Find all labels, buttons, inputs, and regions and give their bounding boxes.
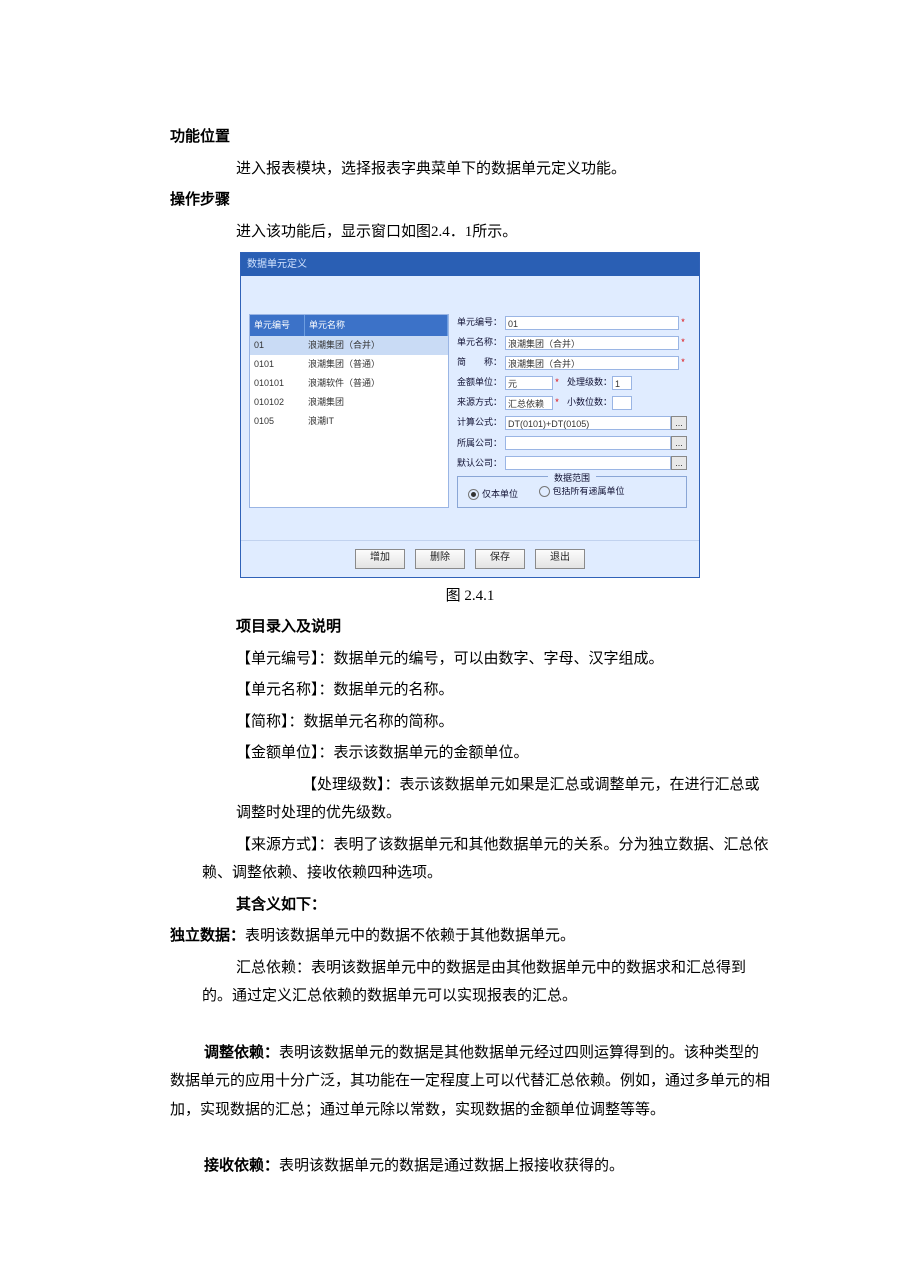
input-short[interactable]: 浪潮集团（合并） [505,356,679,370]
radio-label: 仅本单位 [482,486,518,503]
unit-list[interactable]: 单元编号 单元名称 01 浪潮集团（合并） 0101 浪潮集团（普通） 0101… [249,314,449,508]
paragraph: 【处理级数】：表示该数据单元如果是汇总或调整单元，在进行汇总或调整时处理的优先级… [170,771,770,828]
paragraph: 调整依赖：表明该数据单元的数据是其他数据单元经过四则运算得到的。该种类型的数据单… [170,1039,770,1125]
paragraph: 【来源方式】：表明了该数据单元和其他数据单元的关系。分为独立数据、汇总依赖、调整… [170,831,770,888]
exit-button[interactable]: 退出 [535,549,585,569]
required-icon: * [553,374,561,391]
col-name-head: 单元名称 [305,315,448,336]
paragraph: 【单元名称】：数据单元的名称。 [170,676,770,705]
radio-icon [468,489,479,500]
list-item[interactable]: 0101 浪潮集团（普通） [250,355,448,374]
cell-name: 浪潮集团（合并） [304,336,448,355]
input-decimals[interactable] [612,396,632,410]
list-item[interactable]: 0105 浪潮IT [250,412,448,431]
save-button[interactable]: 保存 [475,549,525,569]
label-company: 所属公司： [457,435,505,452]
group-legend: 数据范围 [548,470,596,487]
text: 【处理级数】：表示该数据单元如果是汇总或调整单元，在进行汇总或调整时处理的优先级… [236,777,760,822]
dialog-title: 数据单元定义 [241,253,699,276]
input-name[interactable]: 浪潮集团（合并） [505,336,679,350]
required-icon: * [679,354,687,371]
cell-id: 0105 [250,412,304,431]
label-source: 来源方式： [457,394,505,411]
heading-text: 功能位置 [170,129,230,145]
dialog-body: 单元编号 单元名称 01 浪潮集团（合并） 0101 浪潮集团（普通） 0101… [241,276,699,516]
cell-id: 01 [250,336,304,355]
delete-button[interactable]: 删除 [415,549,465,569]
list-item[interactable]: 01 浪潮集团（合并） [250,336,448,355]
required-icon: * [553,394,561,411]
heading-text: 其含义如下： [236,897,326,913]
dialog-window: 数据单元定义 单元编号 单元名称 01 浪潮集团（合并） 0101 浪潮集团（普… [240,252,700,578]
cell-id: 010101 [250,374,304,393]
cell-id: 0101 [250,355,304,374]
input-id[interactable]: 01 [505,316,679,330]
input-level[interactable]: 1 [612,376,632,390]
label-level: 处理级数： [567,374,612,391]
input-formula[interactable]: DT(0101)+DT(0105) [505,416,671,430]
select-source[interactable]: 汇总依赖 [505,396,553,410]
add-button[interactable]: 增加 [355,549,405,569]
figure-caption: 图 2.4.1 [170,582,770,611]
document-page: 功能位置 进入报表模块，选择报表字典菜单下的数据单元定义功能。 操作步骤 进入该… [0,0,920,1276]
cell-name: 浪潮集团（普通） [304,355,448,374]
label-unit: 金额单位： [457,374,505,391]
label-formula: 计算公式： [457,414,505,431]
radio-icon [539,486,550,497]
paragraph: 汇总依赖：表明该数据单元中的数据是由其他数据单元中的数据求和汇总得到的。通过定义… [170,954,770,1011]
paragraph: 独立数据：表明该数据单元中的数据不依赖于其他数据单元。 [170,922,770,951]
term-text: 表明该数据单元中的数据不依赖于其他数据单元。 [245,928,575,944]
company-browse-button[interactable]: ... [671,436,687,450]
paragraph: 【简称】：数据单元名称的简称。 [170,708,770,737]
list-item[interactable]: 010101 浪潮软件（普通） [250,374,448,393]
section-heading: 操作步骤 [170,186,770,215]
label-id: 单元编号： [457,314,505,331]
figure-2-4-1: 数据单元定义 单元编号 单元名称 01 浪潮集团（合并） 0101 浪潮集团（普… [170,252,770,610]
paragraph: 进入该功能后，显示窗口如图2.4．1所示。 [170,218,770,247]
term-label: 调整依赖： [204,1045,279,1061]
term-label: 独立数据： [170,928,245,944]
subsection-heading: 项目录入及说明 [170,613,770,642]
list-header: 单元编号 单元名称 [250,315,448,336]
cell-name: 浪潮集团 [304,393,448,412]
heading-text: 操作步骤 [170,192,230,208]
paragraph: 【金额单位】：表示该数据单元的金额单位。 [170,739,770,768]
label-name: 单元名称： [457,334,505,351]
paragraph: 接收依赖：表明该数据单元的数据是通过数据上报接收获得的。 [170,1152,770,1181]
term-text: 表明该数据单元的数据是通过数据上报接收获得的。 [279,1158,624,1174]
label-decimals: 小数位数： [567,394,612,411]
detail-form: 单元编号： 01 * 单元名称： 浪潮集团（合并） * 简 称： 浪潮集团（合并… [449,314,691,508]
heading-text: 项目录入及说明 [236,619,341,635]
list-item[interactable]: 010102 浪潮集团 [250,393,448,412]
dialog-button-bar: 增加 删除 保存 退出 [241,540,699,577]
input-unit[interactable]: 元 [505,376,553,390]
cell-name: 浪潮IT [304,412,448,431]
formula-browse-button[interactable]: ... [671,416,687,430]
required-icon: * [679,314,687,331]
label-short: 简 称： [457,354,505,371]
section-heading: 功能位置 [170,123,770,152]
input-default-company[interactable] [505,456,671,470]
radio-own-unit[interactable]: 仅本单位 [468,486,518,503]
cell-id: 010102 [250,393,304,412]
data-scope-group: 数据范围 仅本单位 包括所有递属单位 [457,476,687,508]
col-id-head: 单元编号 [250,315,305,336]
required-icon: * [679,334,687,351]
paragraph: 【单元编号】：数据单元的编号，可以由数字、字母、汉字组成。 [170,645,770,674]
cell-name: 浪潮软件（普通） [304,374,448,393]
sub-heading: 其含义如下： [170,891,770,920]
default-company-browse-button[interactable]: ... [671,456,687,470]
paragraph: 进入报表模块，选择报表字典菜单下的数据单元定义功能。 [170,155,770,184]
label-default-company: 默认公司： [457,455,505,472]
input-company[interactable] [505,436,671,450]
term-label: 接收依赖： [204,1158,279,1174]
